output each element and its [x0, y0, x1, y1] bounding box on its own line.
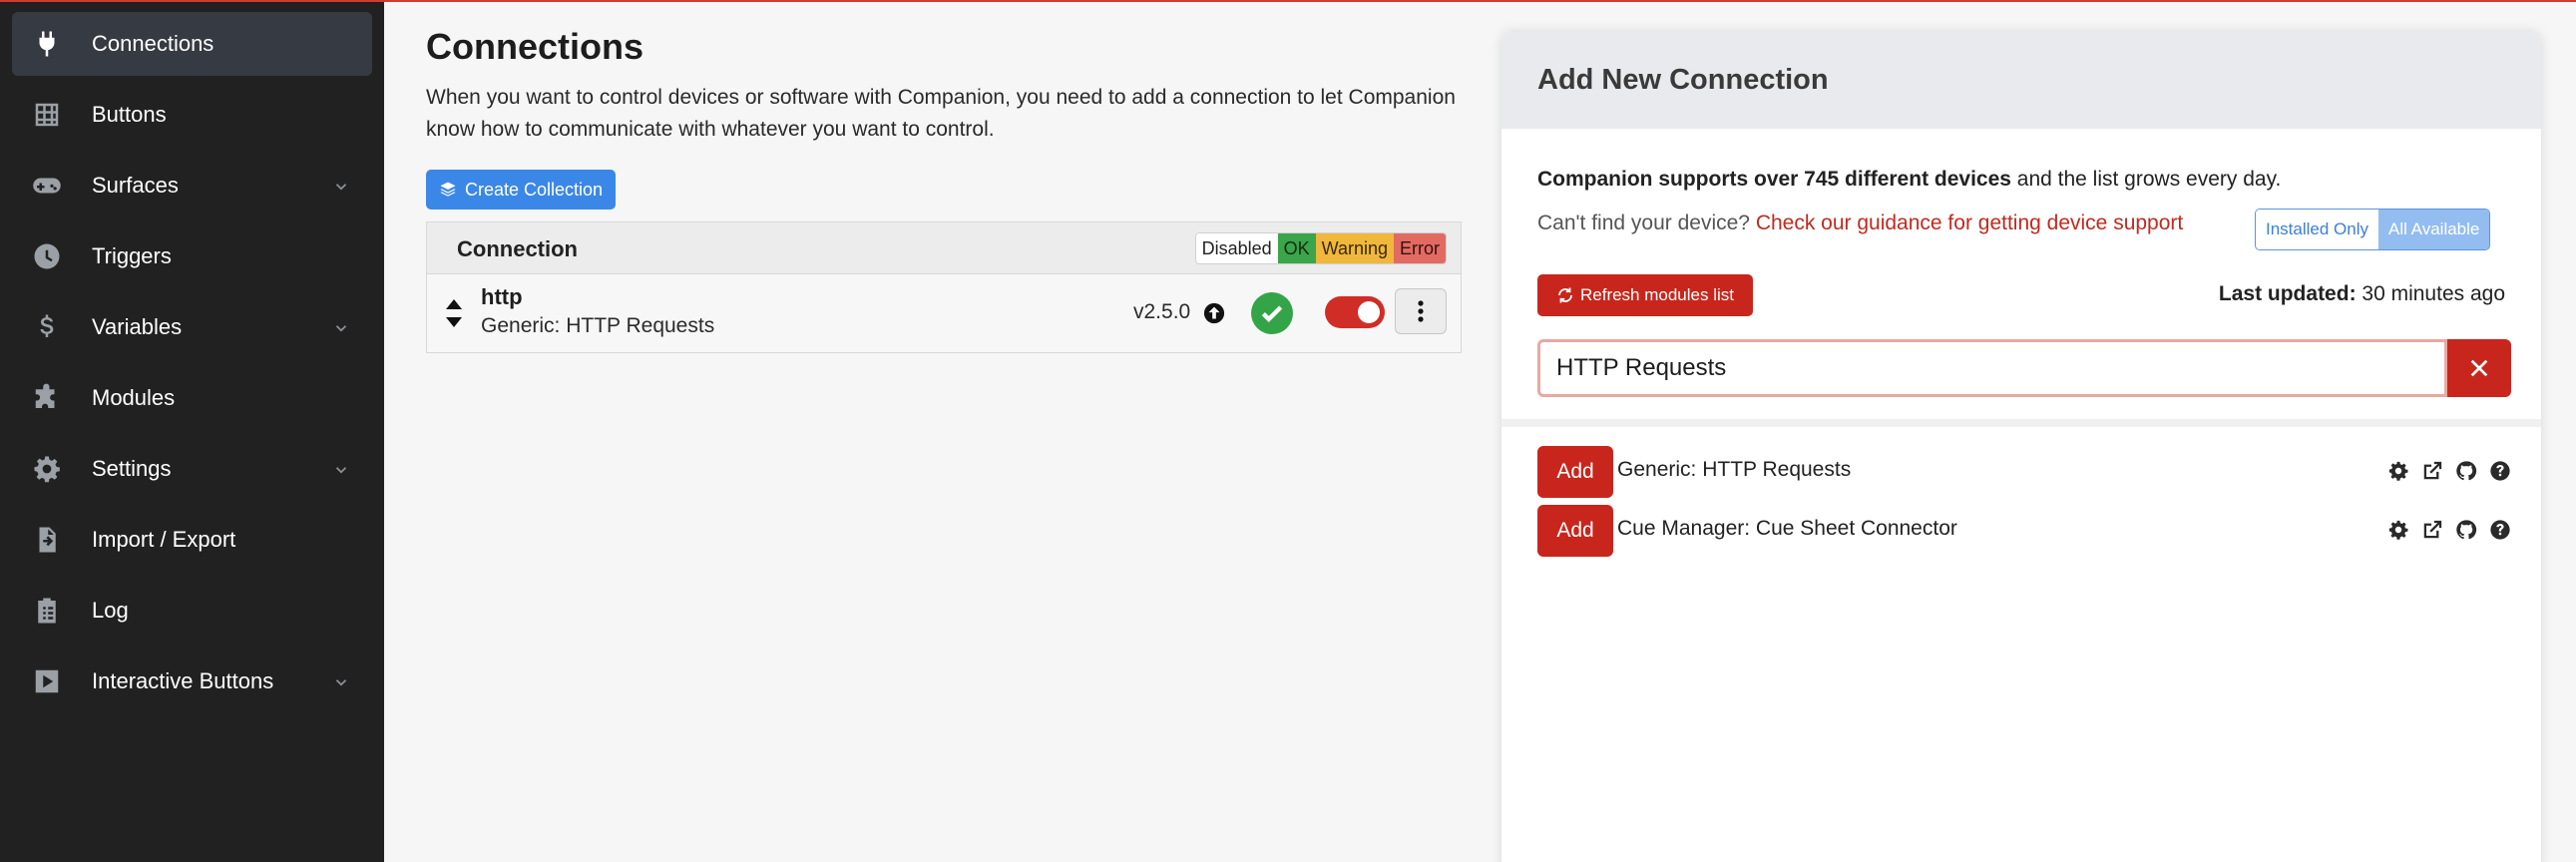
dollar-icon: [32, 312, 62, 342]
connection-name: http: [481, 284, 523, 309]
status-legend: Disabled OK Warning Error: [1194, 232, 1447, 264]
module-name: Generic: HTTP Requests: [1617, 458, 1852, 481]
github-icon[interactable]: [2455, 519, 2477, 541]
refresh-modules-label: Refresh modules list: [1579, 285, 1734, 304]
legend-warning: Warning: [1315, 233, 1394, 263]
sidebar-item-label: Variables: [92, 314, 183, 339]
column-header-connection: Connection: [457, 236, 578, 261]
file-import-icon: [32, 525, 62, 555]
chevron-down-icon[interactable]: [332, 176, 350, 194]
sidebar-item-log[interactable]: Log: [12, 579, 372, 643]
create-collection-label: Create Collection: [464, 179, 604, 200]
external-link-icon[interactable]: [2421, 460, 2443, 482]
module-actions: [2387, 460, 2511, 482]
list-item: Add Generic: HTTP Requests: [1537, 446, 2511, 498]
sidebar-item-label: Surfaces: [92, 173, 179, 198]
drag-handle-icon[interactable]: [445, 298, 463, 328]
sidebar-item-import-export[interactable]: Import / Export: [12, 508, 372, 572]
help-text-prefix: Can't find your device?: [1537, 212, 1756, 234]
sidebar-item-label: Buttons: [92, 102, 167, 127]
refresh-modules-button[interactable]: Refresh modules list: [1537, 274, 1753, 316]
sidebar-item-label: Modules: [92, 385, 176, 410]
add-button[interactable]: Add: [1537, 505, 1613, 557]
main-content: Connections When you want to control dev…: [384, 0, 1502, 862]
sidebar-item-label: Interactive Buttons: [92, 668, 274, 693]
page-title: Connections: [426, 26, 644, 67]
help-text: Can't find your device? Check our guidan…: [1537, 212, 2183, 235]
clipboard-list-icon: [32, 596, 62, 626]
create-collection-button[interactable]: Create Collection: [426, 170, 616, 210]
legend-disabled: Disabled: [1195, 233, 1278, 263]
gear-icon: [32, 454, 62, 484]
enable-toggle[interactable]: [1325, 296, 1385, 328]
more-options-button[interactable]: [1395, 288, 1447, 334]
plug-icon: [32, 29, 62, 59]
sidebar-item-surfaces[interactable]: Surfaces: [12, 154, 372, 217]
layers-icon: [440, 182, 456, 197]
module-actions: [2387, 519, 2511, 541]
module-filter-toggle: Installed Only All Available: [2255, 209, 2491, 250]
puzzle-icon: [32, 383, 62, 413]
help-icon[interactable]: [2489, 460, 2511, 482]
github-icon[interactable]: [2455, 460, 2477, 482]
refresh-icon: [1558, 287, 1572, 303]
close-icon: [2470, 359, 2488, 377]
sidebar: Connections Buttons Surfaces Triggers Va…: [0, 0, 384, 862]
sidebar-item-variables[interactable]: Variables: [12, 295, 372, 359]
sidebar-item-interactive-buttons[interactable]: Interactive Buttons: [12, 649, 372, 713]
sidebar-item-label: Triggers: [92, 243, 172, 268]
divider: [1502, 419, 2541, 427]
clock-icon: [32, 241, 62, 271]
gamepad-icon: [32, 171, 62, 201]
clear-search-button[interactable]: [2447, 339, 2511, 397]
list-item: Add Cue Manager: Cue Sheet Connector: [1537, 505, 2511, 557]
external-link-icon[interactable]: [2421, 519, 2443, 541]
chevron-down-icon[interactable]: [332, 317, 350, 335]
panel-header: Add New Connection: [1502, 32, 2541, 129]
arrow-up-circle-icon[interactable]: [1203, 302, 1225, 324]
last-updated-text: Last updated: 30 minutes ago: [2219, 282, 2505, 306]
sidebar-item-label: Import / Export: [92, 527, 236, 552]
help-icon[interactable]: [2489, 519, 2511, 541]
legend-error: Error: [1394, 233, 1446, 263]
sidebar-item-connections[interactable]: Connections: [12, 12, 372, 76]
add-connection-panel: Add New Connection Companion supports ov…: [1502, 32, 2541, 862]
sidebar-item-label: Connections: [92, 31, 215, 56]
legend-ok: OK: [1277, 233, 1316, 263]
chevron-down-icon[interactable]: [332, 459, 350, 477]
sidebar-item-label: Log: [92, 598, 129, 623]
intro-text: When you want to control devices or soft…: [426, 86, 1456, 141]
connection-version: v2.5.0: [1133, 300, 1191, 323]
gear-icon[interactable]: [2387, 519, 2409, 541]
panel-title: Add New Connection: [1537, 64, 1829, 96]
support-text-rest: and the list grows every day.: [2010, 168, 2282, 191]
grid-icon: [32, 100, 62, 130]
status-ok-icon: [1251, 292, 1293, 334]
sidebar-item-settings[interactable]: Settings: [12, 437, 372, 501]
table-header: Connection Disabled OK Warning Error: [427, 222, 1461, 274]
installed-only-button[interactable]: Installed Only: [2256, 210, 2378, 249]
sidebar-item-modules[interactable]: Modules: [12, 366, 372, 430]
ellipsis-vertical-icon: [1418, 300, 1424, 322]
device-support-link[interactable]: Check our guidance for getting device su…: [1756, 212, 2183, 234]
support-text-bold: Companion supports over 745 different de…: [1537, 168, 2011, 191]
last-updated-value: 30 minutes ago: [2356, 282, 2505, 305]
module-name: Cue Manager: Cue Sheet Connector: [1617, 517, 1957, 540]
last-updated-label: Last updated:: [2218, 282, 2357, 305]
sidebar-item-triggers[interactable]: Triggers: [12, 224, 372, 288]
connection-module: Generic: HTTP Requests: [481, 314, 715, 337]
gear-icon[interactable]: [2387, 460, 2409, 482]
connections-table: Connection Disabled OK Warning Error htt…: [426, 221, 1462, 353]
module-search-input[interactable]: HTTP Requests: [1537, 339, 2447, 397]
support-text: Companion supports over 745 different de…: [1537, 168, 2281, 192]
add-button[interactable]: Add: [1537, 446, 1613, 498]
table-row[interactable]: http Generic: HTTP Requests v2.5.0: [427, 274, 1461, 352]
chevron-down-icon[interactable]: [332, 671, 350, 689]
play-square-icon: [32, 666, 62, 696]
all-available-button[interactable]: All Available: [2378, 210, 2490, 249]
sidebar-item-buttons[interactable]: Buttons: [12, 83, 372, 147]
top-accent-line: [0, 0, 2576, 2]
sidebar-item-label: Settings: [92, 456, 172, 481]
